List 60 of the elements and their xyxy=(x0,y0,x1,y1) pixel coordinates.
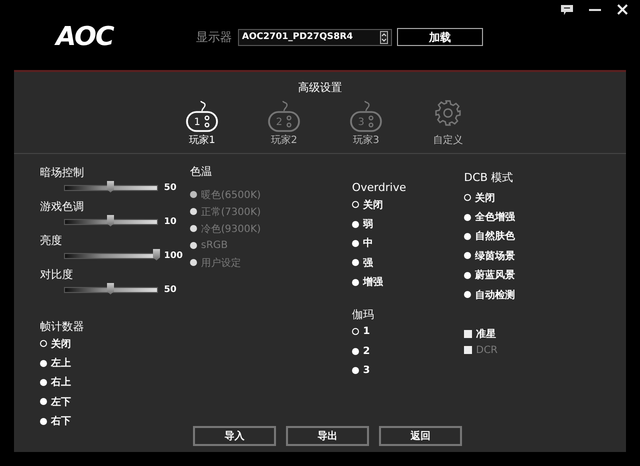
radio-option[interactable]: 1 xyxy=(352,322,464,342)
display-select[interactable]: AOC2701_PD27QS8R4 xyxy=(238,28,392,46)
radio-option[interactable]: 左下 xyxy=(40,392,190,412)
slider-thumb[interactable] xyxy=(107,214,114,226)
slider-value: 50 xyxy=(164,182,177,192)
radio-option[interactable]: 2 xyxy=(352,341,464,361)
profile-tab[interactable]: 2 玩家2 xyxy=(264,100,304,147)
panel-title: 高级设置 xyxy=(297,80,343,95)
checkbox-option[interactable]: 准星 xyxy=(464,326,515,342)
gamepad-icon xyxy=(267,100,301,132)
group-title: DCB 模式 xyxy=(464,171,514,185)
group-title: Overdrive xyxy=(352,181,406,194)
radio-option[interactable]: 弱 xyxy=(352,214,464,234)
radio-option[interactable]: 关闭 xyxy=(352,195,464,214)
chat-icon[interactable] xyxy=(561,4,573,14)
logo: AOC xyxy=(56,22,116,52)
gamepad-icon xyxy=(349,100,383,132)
action-button[interactable]: 导入 xyxy=(193,426,276,446)
slider-label: 亮度 xyxy=(40,234,63,248)
close-icon[interactable] xyxy=(617,4,628,15)
slider-label: 暗场控制 xyxy=(40,166,85,180)
slider-value: 10 xyxy=(164,216,177,226)
slider-thumb[interactable] xyxy=(153,248,160,260)
slider-value: 50 xyxy=(164,284,177,294)
group-title: 帧计数器 xyxy=(40,320,85,334)
minimize-icon[interactable] xyxy=(589,8,601,10)
radio-option[interactable]: 关闭 xyxy=(464,188,515,208)
profile-tab[interactable]: 3 玩家3 xyxy=(346,100,386,147)
slider-value: 100 xyxy=(164,250,183,260)
profile-number: 2 xyxy=(276,117,282,129)
action-button[interactable]: 返回 xyxy=(379,426,462,446)
slider-label: 游戏色调 xyxy=(40,200,85,214)
radio-option[interactable]: 绿茵场景 xyxy=(464,246,515,266)
action-button[interactable]: 导出 xyxy=(286,426,369,446)
radio-option[interactable]: 3 xyxy=(352,360,464,380)
slider-label: 对比度 xyxy=(40,268,74,282)
group-title: 伽玛 xyxy=(352,308,374,321)
radio-option[interactable]: 中 xyxy=(352,234,464,254)
radio-option[interactable]: 右下 xyxy=(40,412,190,431)
settings-icon xyxy=(435,100,461,126)
radio-option[interactable]: 自动检测 xyxy=(464,284,515,304)
profile-tab[interactable]: 1 玩家1 xyxy=(182,100,222,147)
slider-thumb[interactable] xyxy=(107,180,114,192)
group-title: 色温 xyxy=(190,165,213,179)
radio-option[interactable]: 蔚蓝风景 xyxy=(464,266,515,285)
radio-option[interactable]: 右上 xyxy=(40,372,190,392)
radio-option[interactable]: 左上 xyxy=(40,353,190,373)
spinner-icon xyxy=(380,30,388,44)
profile-number: 1 xyxy=(194,117,200,129)
load-button[interactable]: 加载 xyxy=(397,28,483,46)
gamepad-icon xyxy=(185,100,219,132)
radio-option[interactable]: 强 xyxy=(352,253,464,273)
profile-tab[interactable]: 自定义 xyxy=(428,100,468,147)
display-label: 显示器 xyxy=(196,28,232,46)
slider-thumb[interactable] xyxy=(107,282,114,294)
radio-option[interactable]: 关闭 xyxy=(40,334,190,354)
radio-option[interactable]: 增强 xyxy=(352,272,464,292)
radio-option[interactable]: 全色增强 xyxy=(464,207,515,227)
radio-option[interactable]: 自然肤色 xyxy=(464,226,515,246)
profile-number: 3 xyxy=(358,117,364,129)
